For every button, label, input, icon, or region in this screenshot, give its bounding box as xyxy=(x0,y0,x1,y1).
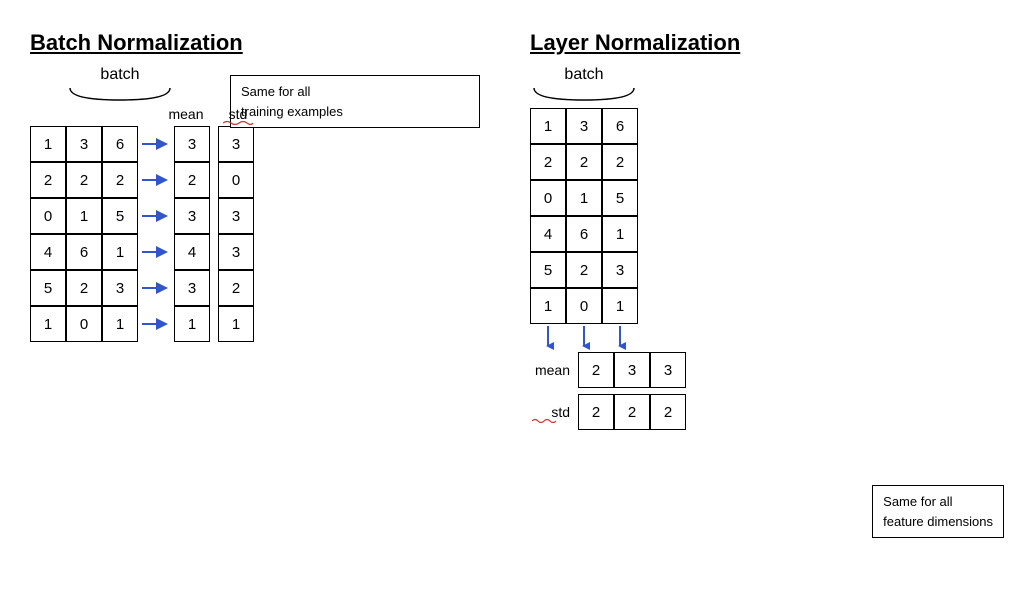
bn-row-arrow xyxy=(142,210,170,222)
bn-cell: 1 xyxy=(30,306,66,342)
ln-cell: 4 xyxy=(530,216,566,252)
table-row: 4 6 1 xyxy=(530,216,638,252)
layer-norm-section: Layer Normalization batch 1 3 6 xyxy=(510,20,1014,578)
ln-cell: 1 xyxy=(602,288,638,324)
bn-cell: 0 xyxy=(66,306,102,342)
bn-cell: 5 xyxy=(30,270,66,306)
ln-cell: 1 xyxy=(530,288,566,324)
bn-std-cell: 3 xyxy=(218,234,254,270)
table-row: 4 6 1 xyxy=(30,234,170,270)
table-row: 1 0 1 xyxy=(530,288,638,324)
bn-mean-cell: 1 xyxy=(174,306,210,342)
bn-annotation-box: Same for alltraining examples xyxy=(230,75,480,128)
bn-cell: 6 xyxy=(102,126,138,162)
table-row: 5 2 3 xyxy=(30,270,170,306)
ln-cell: 6 xyxy=(566,216,602,252)
ln-cell: 2 xyxy=(566,252,602,288)
table-row: 5 2 3 xyxy=(530,252,638,288)
ln-std-cell: 2 xyxy=(650,394,686,430)
bn-mean-cell: 3 xyxy=(174,270,210,306)
bn-row-arrow xyxy=(142,282,170,294)
bn-row-arrow xyxy=(142,246,170,258)
bn-cell: 3 xyxy=(66,126,102,162)
bn-mean-cell: 3 xyxy=(174,126,210,162)
bn-cell: 1 xyxy=(30,126,66,162)
ln-cell: 2 xyxy=(530,144,566,180)
bn-cell: 2 xyxy=(66,270,102,306)
bn-row-arrow xyxy=(142,138,170,150)
ln-cell: 0 xyxy=(530,180,566,216)
ln-mean-cell: 3 xyxy=(614,352,650,388)
ln-mean-label: mean xyxy=(530,362,570,378)
bn-mean-cell: 3 xyxy=(174,198,210,234)
ln-cell: 3 xyxy=(602,252,638,288)
ln-mean-row: mean 2 3 3 xyxy=(530,352,686,388)
ln-batch-brace xyxy=(530,86,638,104)
ln-down-arrows xyxy=(530,326,638,350)
ln-cell: 1 xyxy=(566,180,602,216)
ln-annotation-box: Same for allfeature dimensions xyxy=(872,485,1004,538)
table-row: 1 0 1 xyxy=(30,306,170,342)
ln-cell: 3 xyxy=(566,108,602,144)
batch-norm-section: Batch Normalization Same for alltraining… xyxy=(10,20,490,578)
table-row: 0 1 5 xyxy=(30,198,170,234)
bn-mean-label: mean xyxy=(168,106,204,122)
bn-mean-cell: 4 xyxy=(174,234,210,270)
ln-mean-cell: 3 xyxy=(650,352,686,388)
bn-std-cell: 3 xyxy=(218,198,254,234)
ln-std-label: std xyxy=(530,404,570,420)
bn-cell: 6 xyxy=(66,234,102,270)
ln-cell: 2 xyxy=(602,144,638,180)
ln-std-row: std 2 2 2 xyxy=(530,394,686,430)
ln-cell: 2 xyxy=(566,144,602,180)
bn-batch-brace xyxy=(66,86,174,104)
bn-cell: 4 xyxy=(30,234,66,270)
ln-cell: 6 xyxy=(602,108,638,144)
ln-cell: 5 xyxy=(602,180,638,216)
ln-std-cell: 2 xyxy=(614,394,650,430)
bn-mean-cell: 2 xyxy=(174,162,210,198)
ln-cell: 0 xyxy=(566,288,602,324)
bn-cell: 1 xyxy=(66,198,102,234)
bn-std-label: std xyxy=(220,106,256,122)
batch-norm-title: Batch Normalization xyxy=(30,30,470,56)
ln-cell: 1 xyxy=(530,108,566,144)
ln-batch-label: batch xyxy=(564,66,603,84)
bn-std-cell: 0 xyxy=(218,162,254,198)
bn-cell: 1 xyxy=(102,306,138,342)
bn-row-arrow xyxy=(142,318,170,330)
bn-cell: 0 xyxy=(30,198,66,234)
bn-mean-vector: 3 2 3 4 3 1 xyxy=(174,126,210,342)
bn-std-cell: 1 xyxy=(218,306,254,342)
bn-std-cell: 3 xyxy=(218,126,254,162)
bn-cell: 5 xyxy=(102,198,138,234)
ln-cell: 5 xyxy=(530,252,566,288)
bn-cell: 3 xyxy=(102,270,138,306)
ln-matrix: 1 3 6 2 2 2 0 1 5 4 6 1 xyxy=(530,108,638,324)
bn-std-cell: 2 xyxy=(218,270,254,306)
ln-mean-cell: 2 xyxy=(578,352,614,388)
layer-norm-title: Layer Normalization xyxy=(530,30,994,56)
table-row: 1 3 6 xyxy=(530,108,638,144)
table-row: 0 1 5 xyxy=(530,180,638,216)
bn-matrix: 1 3 6 2 2 2 xyxy=(30,126,170,342)
ln-bottom-vectors: mean 2 3 3 std 2 2 2 xyxy=(530,352,686,436)
bn-cell: 2 xyxy=(66,162,102,198)
table-row: 2 2 2 xyxy=(530,144,638,180)
table-row: 1 3 6 xyxy=(30,126,170,162)
ln-std-cell: 2 xyxy=(578,394,614,430)
bn-cell: 1 xyxy=(102,234,138,270)
bn-cell: 2 xyxy=(102,162,138,198)
bn-row-arrow xyxy=(142,174,170,186)
bn-std-vector: 3 0 3 3 2 1 xyxy=(218,126,254,342)
bn-cell: 2 xyxy=(30,162,66,198)
bn-batch-label: batch xyxy=(100,66,139,84)
table-row: 2 2 2 xyxy=(30,162,170,198)
ln-cell: 1 xyxy=(602,216,638,252)
